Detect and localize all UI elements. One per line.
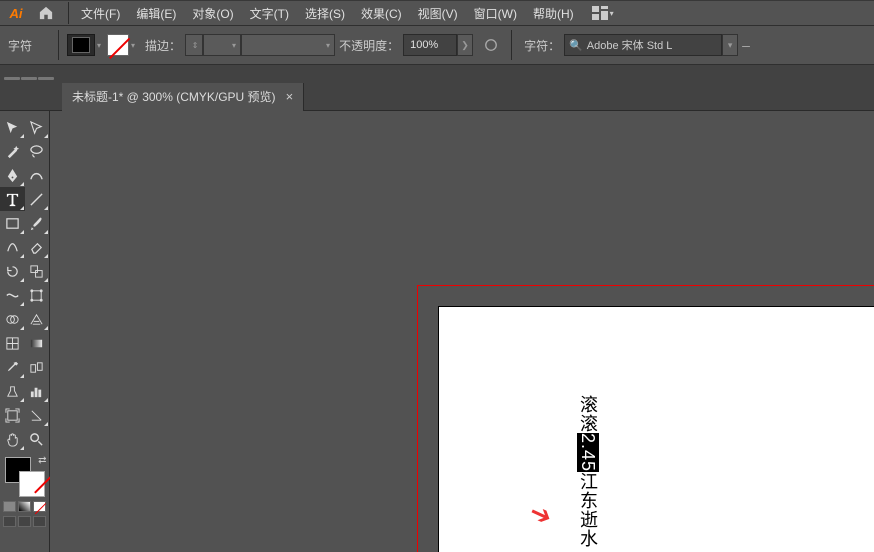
recolor-icon[interactable] <box>481 35 501 55</box>
color-mode-row <box>3 501 46 512</box>
draw-behind-icon[interactable] <box>18 516 31 527</box>
workspace-switcher[interactable]: ▾ <box>592 6 614 20</box>
canvas[interactable]: 滚滚2.45江东逝水 ➔ <box>50 111 874 552</box>
solid-color-icon[interactable] <box>3 501 16 512</box>
panel-tab-bar <box>0 65 874 83</box>
slice-tool[interactable] <box>25 403 50 427</box>
menu-view[interactable]: 视图(V) <box>410 1 466 26</box>
separator <box>58 30 59 60</box>
stroke-weight-stepper[interactable]: ⇕ <box>185 34 203 56</box>
type-tool[interactable] <box>0 187 25 211</box>
eraser-tool[interactable] <box>25 235 50 259</box>
menu-type[interactable]: 文字(T) <box>242 1 297 26</box>
stroke-dropdown-icon[interactable]: ▾ <box>131 41 135 50</box>
free-transform-tool[interactable] <box>25 283 50 307</box>
text-before: 滚滚 <box>578 395 598 433</box>
opacity-label: 不透明度： <box>339 37 399 54</box>
menu-effect[interactable]: 效果(C) <box>353 1 410 26</box>
stroke-profile-dropdown[interactable]: ▾ <box>241 34 335 56</box>
menu-separator <box>68 2 69 24</box>
paintbrush-tool[interactable] <box>25 211 50 235</box>
menu-object[interactable]: 对象(O) <box>184 1 241 26</box>
artboard-tool[interactable] <box>0 403 25 427</box>
home-icon[interactable] <box>34 3 58 23</box>
font-dropdown-icon[interactable]: ▾ <box>722 34 738 56</box>
symbol-sprayer-tool[interactable] <box>0 379 25 403</box>
magic-wand-tool[interactable] <box>0 139 25 163</box>
eyedropper-tool[interactable] <box>0 355 25 379</box>
vertical-text-object[interactable]: 滚滚2.45江东逝水 <box>579 395 597 548</box>
hand-tool[interactable] <box>0 427 25 451</box>
mesh-tool[interactable] <box>0 331 25 355</box>
column-graph-tool[interactable] <box>25 379 50 403</box>
menu-window[interactable]: 窗口(W) <box>466 1 525 26</box>
opacity-field[interactable]: 100% <box>403 34 457 56</box>
stroke-label: 描边： <box>145 37 181 54</box>
gradient-icon[interactable] <box>18 501 31 512</box>
menu-select[interactable]: 选择(S) <box>297 1 353 26</box>
fill-dropdown-icon[interactable]: ▾ <box>97 41 101 50</box>
font-style-dash: – <box>742 37 750 53</box>
panel-label-char: 字符 <box>8 37 32 54</box>
swap-colors-icon[interactable]: ⇄ <box>38 455 46 466</box>
opacity-dropdown-icon[interactable]: ❯ <box>457 34 473 56</box>
toolbox: ⇄ <box>0 111 50 552</box>
stroke-weight-field[interactable]: ▾ <box>203 34 241 56</box>
separator <box>511 30 512 60</box>
stroke-color-swatch[interactable] <box>107 34 129 56</box>
shape-builder-tool[interactable] <box>0 307 25 331</box>
fill-color-swatch[interactable] <box>67 34 95 56</box>
draw-normal-icon[interactable] <box>3 516 16 527</box>
fill-stroke-picker[interactable]: ⇄ <box>5 457 45 497</box>
none-color-icon[interactable] <box>33 501 46 512</box>
search-icon: 🔍 <box>569 39 583 52</box>
menu-help[interactable]: 帮助(H) <box>525 1 582 26</box>
blend-tool[interactable] <box>25 355 50 379</box>
scale-tool[interactable] <box>25 259 50 283</box>
ai-logo: Ai <box>4 3 28 23</box>
shaper-tool[interactable] <box>0 235 25 259</box>
panel-grip-icon[interactable] <box>4 77 54 83</box>
lasso-tool[interactable] <box>25 139 50 163</box>
draw-mode-row <box>3 516 46 527</box>
font-family-field[interactable]: 🔍 Adobe 宋体 Std L <box>564 34 722 56</box>
pen-tool[interactable] <box>0 163 25 187</box>
text-after: 江东逝水 <box>578 472 598 548</box>
close-tab-icon[interactable]: × <box>286 89 294 104</box>
artboard <box>439 307 874 552</box>
document-tab-title: 未标题-1* @ 300% (CMYK/GPU 预览) <box>72 88 276 105</box>
menu-edit[interactable]: 编辑(E) <box>128 1 184 26</box>
line-segment-tool[interactable] <box>25 187 50 211</box>
gradient-tool[interactable] <box>25 331 50 355</box>
stroke-color[interactable] <box>19 471 45 497</box>
rotate-tool[interactable] <box>0 259 25 283</box>
draw-inside-icon[interactable] <box>33 516 46 527</box>
curvature-tool[interactable] <box>25 163 50 187</box>
char-label: 字符： <box>524 37 560 54</box>
width-tool[interactable] <box>0 283 25 307</box>
font-name-value: Adobe 宋体 Std L <box>587 37 673 53</box>
text-highlight: 2.45 <box>577 433 599 472</box>
rectangle-tool[interactable] <box>0 211 25 235</box>
document-tab[interactable]: 未标题-1* @ 300% (CMYK/GPU 预览) × <box>62 83 304 111</box>
direct-selection-tool[interactable] <box>25 115 50 139</box>
selection-tool[interactable] <box>0 115 25 139</box>
menu-file[interactable]: 文件(F) <box>73 1 128 26</box>
perspective-grid-tool[interactable] <box>25 307 50 331</box>
zoom-tool[interactable] <box>25 427 50 451</box>
